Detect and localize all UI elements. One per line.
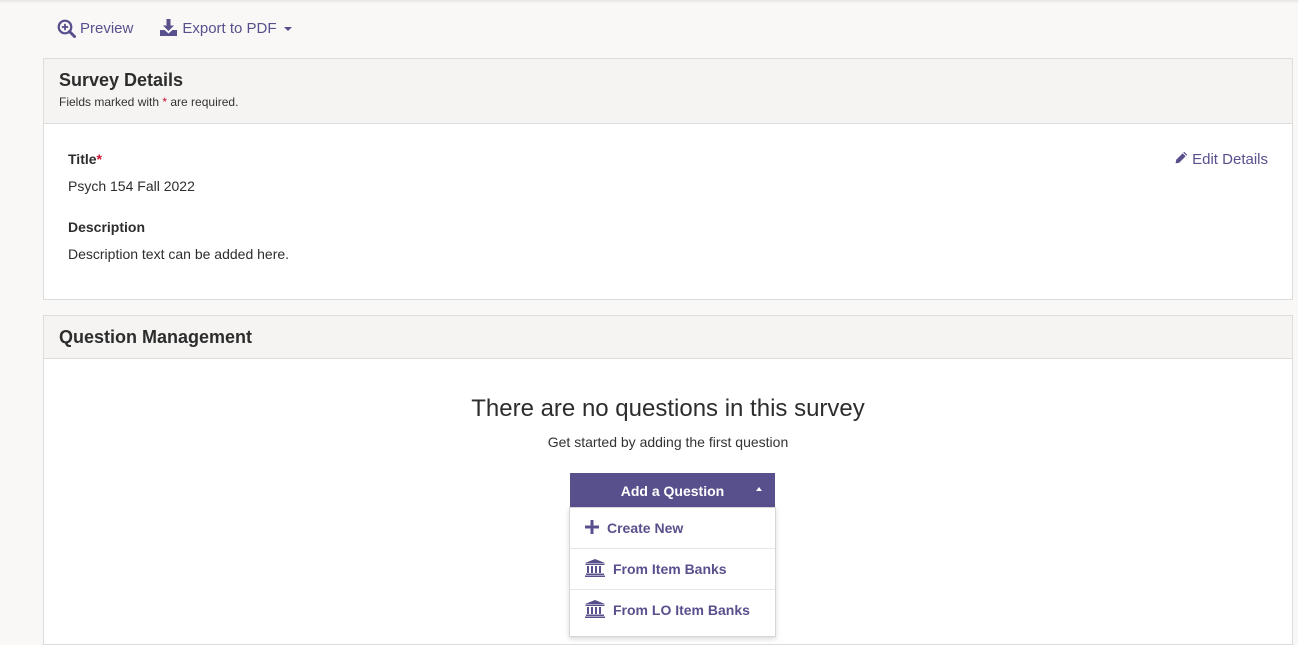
survey-details-header: Survey Details Fields marked with * are … [44,59,1292,124]
question-management-panel: Question Management There are no questio… [43,315,1293,645]
empty-state-subtitle: Get started by adding the first question [547,434,789,450]
top-shadow [0,0,1298,4]
title-label-text: Title [68,151,97,167]
empty-state-title: There are no questions in this survey [471,395,865,422]
menu-item-label: From Item Banks [613,561,727,577]
pencil-icon [1175,151,1188,168]
plus-icon [585,519,599,537]
title-required-star: * [96,151,102,167]
edit-details-label: Edit Details [1192,151,1268,168]
title-label: Title* [68,151,102,167]
survey-details-panel: Survey Details Fields marked with * are … [43,58,1293,300]
menu-item-label: Create New [607,520,684,536]
title-value: Psych 154 Fall 2022 [68,178,195,194]
export-pdf-button[interactable]: Export to PDF [159,19,292,37]
download-icon [159,19,178,37]
preview-label: Preview [80,19,134,37]
toolbar: Preview Export to PDF [57,16,292,40]
required-note: Fields marked with * are required. [59,95,1277,109]
question-management-header: Question Management [44,316,1292,359]
menu-item-from-item-banks[interactable]: From Item Banks [570,549,775,589]
required-note-prefix: Fields marked with [59,95,163,109]
add-question-label: Add a Question [620,482,725,499]
bank-icon [585,558,605,580]
caret-down-icon [283,27,292,31]
caret-up-icon [756,487,762,491]
bank-icon [585,599,605,621]
add-question-button[interactable]: Add a Question [570,473,775,508]
menu-item-create-new[interactable]: Create New [570,508,775,548]
menu-item-label: From LO Item Banks [613,602,750,618]
description-label: Description [68,219,146,235]
preview-button[interactable]: Preview [57,19,133,38]
menu-item-from-lo-item-banks[interactable]: From LO Item Banks [570,590,775,630]
add-question-menu: Create New From Item Banks From LO Item … [569,507,776,637]
question-management-title: Question Management [59,326,253,347]
required-note-suffix: are required. [167,95,239,109]
export-label: Export to PDF [182,19,277,37]
edit-details-link[interactable]: Edit Details [1175,151,1268,168]
survey-details-title: Survey Details [59,70,184,90]
zoom-in-icon [57,19,76,38]
description-value: Description text can be added here. [68,246,290,262]
